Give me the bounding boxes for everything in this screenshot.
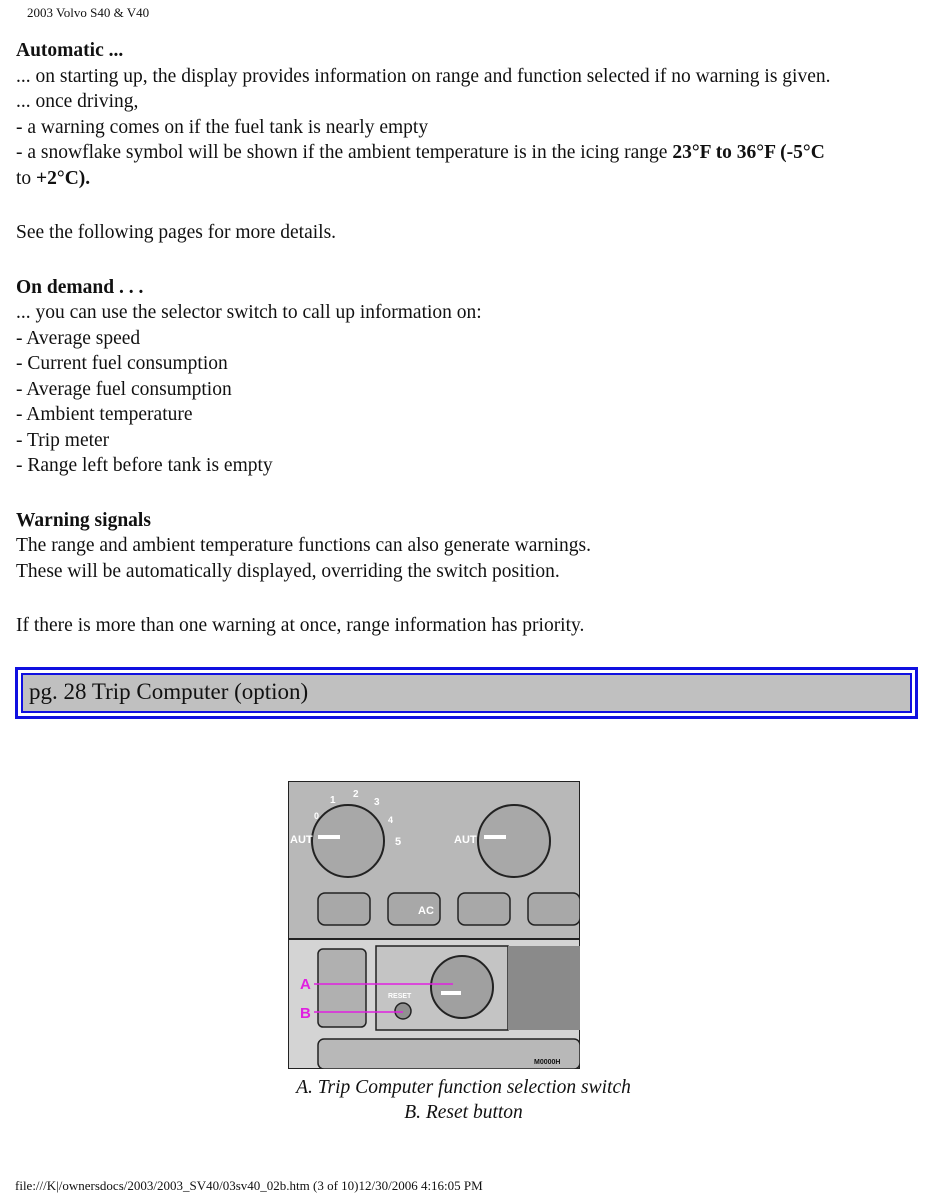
- fan-5: 5: [395, 836, 401, 848]
- list-item: - Trip meter: [16, 429, 110, 451]
- footer-path: file:///K|/ownersdocs/2003/2003_SV40/03s…: [15, 1178, 483, 1193]
- temp-range: +2°C).: [36, 167, 91, 189]
- list-item: - Average fuel consumption: [16, 378, 232, 400]
- text-line: If there is more than one warning at onc…: [16, 615, 585, 636]
- caption-b: B. Reset button: [404, 1102, 523, 1123]
- list-item: - Range left before tank is empty: [16, 455, 273, 476]
- trip-computer-knob: [430, 955, 494, 1019]
- list-item: - Ambient temperature: [16, 404, 193, 425]
- text: to: [16, 167, 37, 189]
- document-body: Automatic ... ... on starting up, the di…: [16, 38, 916, 639]
- climate-panel-figure: AUT AUT 0 1 2 3 4 5 AC RESET M0000H A B: [288, 781, 580, 1069]
- aut-label: AUT: [454, 834, 477, 846]
- text-line: ... you can use the selector switch to c…: [16, 302, 482, 323]
- fan-knob: [311, 804, 385, 878]
- reset-label: RESET: [388, 993, 412, 1000]
- text-line: See the following pages for more details…: [16, 222, 337, 243]
- ac-label: AC: [418, 905, 434, 917]
- heading-warning-signals: Warning signals: [16, 509, 151, 531]
- section-title: pg. 28 Trip Computer (option): [21, 673, 912, 713]
- text: - a snowflake symbol will be shown if th…: [16, 142, 673, 163]
- section-banner: pg. 28 Trip Computer (option): [15, 667, 918, 719]
- figure-code: M0000H: [534, 1059, 560, 1066]
- text-line: The range and ambient temperature functi…: [16, 535, 592, 556]
- heading-on-demand: On demand . . .: [16, 276, 144, 298]
- document-header: 2003 Volvo S40 & V40: [27, 5, 150, 20]
- text-line: ... on starting up, the display provides…: [16, 65, 831, 87]
- fan-0: 0: [314, 811, 319, 821]
- temp-range: 23°F to 36°F (-5°C: [672, 142, 825, 163]
- list-item: - Average speed: [16, 327, 141, 349]
- reset-button: [394, 1002, 412, 1020]
- temp-knob: [477, 804, 551, 878]
- list-item: - Current fuel consumption: [16, 353, 228, 374]
- caption-a: A. Trip Computer function selection swit…: [296, 1077, 631, 1098]
- fan-1: 1: [330, 795, 336, 806]
- fan-3: 3: [374, 797, 380, 808]
- text-line: - a snowflake symbol will be shown if th…: [16, 140, 916, 166]
- text-line: ... once driving,: [16, 91, 139, 112]
- callout-a: A: [300, 976, 311, 993]
- text-line: These will be automatically displayed, o…: [16, 560, 560, 582]
- callout-b: B: [300, 1005, 311, 1022]
- text-line: - a warning comes on if the fuel tank is…: [16, 116, 429, 138]
- aut-label: AUT: [290, 834, 313, 846]
- text-line: to +2°C).: [16, 166, 916, 192]
- fan-2: 2: [353, 789, 359, 800]
- fan-4: 4: [388, 815, 393, 825]
- heading-automatic: Automatic ...: [16, 40, 124, 61]
